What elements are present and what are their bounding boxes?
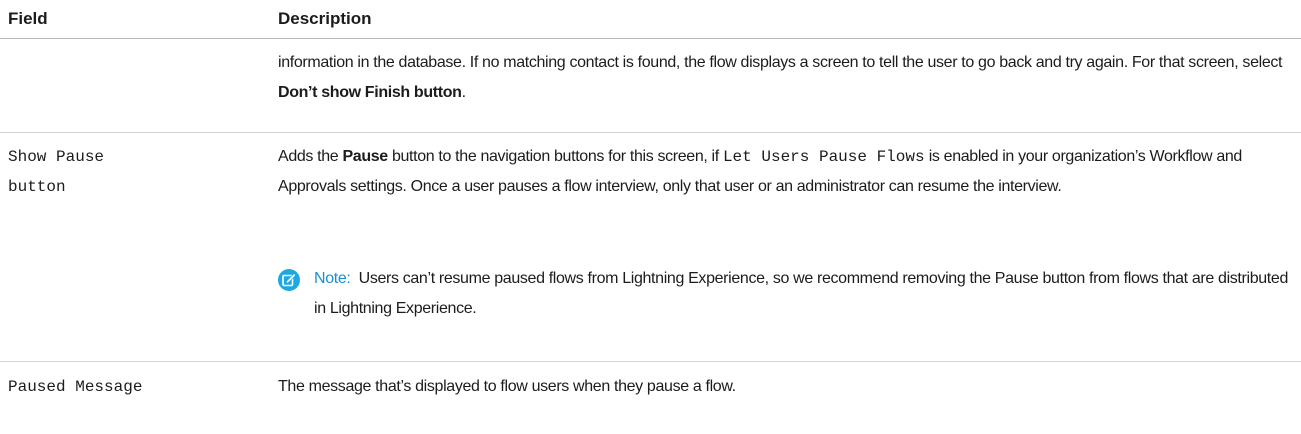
row-field-name: Paused Message <box>8 378 143 396</box>
description-code-text: Let Users Pause Flows <box>722 148 925 166</box>
description-bold-text: Don’t show Finish button <box>278 84 462 101</box>
note-body: Users can’t resume paused flows from Lig… <box>314 270 1288 317</box>
column-header-field: Field <box>8 9 48 28</box>
note-label: Note: <box>314 270 351 287</box>
row-field-name: Show Pause button <box>8 148 105 196</box>
row-description: The message that’s displayed to flow use… <box>278 378 736 395</box>
note-edit-icon <box>278 269 300 291</box>
column-header-description: Description <box>278 9 372 28</box>
description-bold-text: Pause <box>342 148 388 165</box>
row-description: information in the database. If no match… <box>278 48 1290 108</box>
row-description: Adds the Pause button to the navigation … <box>278 142 1290 202</box>
table-row: Paused Message The message that’s displa… <box>0 362 1301 434</box>
note-text: Note: Users can’t resume paused flows fr… <box>314 264 1294 324</box>
description-text: information in the database. If no match… <box>278 54 1283 71</box>
description-text: . <box>461 84 466 101</box>
table-row: Show Pause button Adds the Pause button … <box>0 133 1301 362</box>
description-text: Adds the <box>278 148 343 165</box>
description-text: button to the navigation buttons for thi… <box>387 148 723 165</box>
table-header: Field Description <box>0 0 1301 39</box>
table-row: information in the database. If no match… <box>0 39 1301 133</box>
